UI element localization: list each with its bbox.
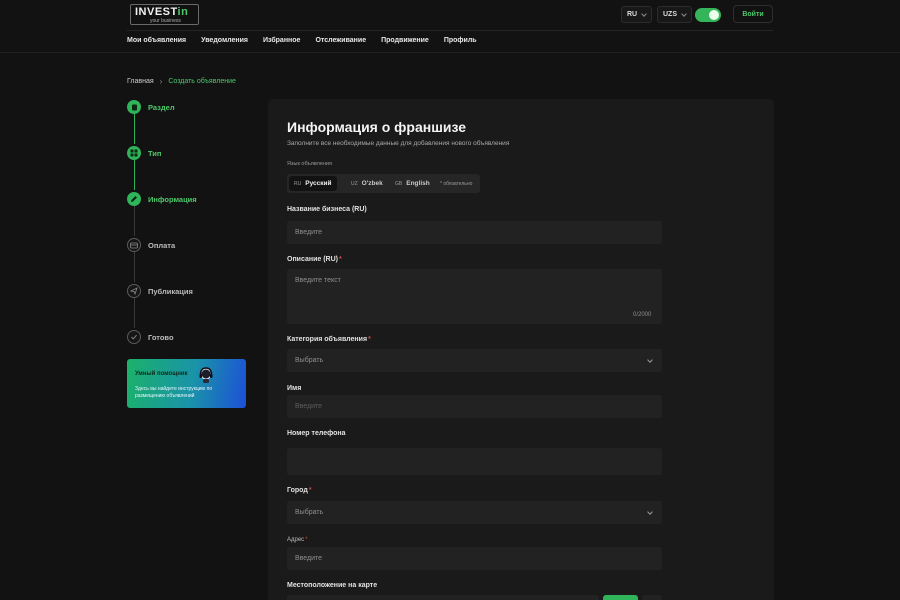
step-label: Оплата [148, 240, 176, 250]
address-label: Адрес* [287, 537, 308, 543]
breadcrumb-home[interactable]: Главная [127, 78, 154, 85]
currency-select-value: UZS [663, 11, 677, 18]
currency-select[interactable]: UZS [657, 6, 692, 23]
language-tab-label: O'zbek [361, 180, 383, 187]
nav-divider [0, 52, 900, 53]
step-payment[interactable]: Оплата [127, 237, 175, 253]
chevron-right-icon: › [159, 77, 163, 86]
category-select[interactable]: Выбрать [287, 349, 662, 372]
phone-input[interactable] [287, 448, 662, 475]
top-bar: INVESTin your business RU UZS Войти [0, 0, 900, 31]
language-label: Язык объявления [287, 161, 332, 167]
language-tab-ru[interactable]: RU Русский [289, 176, 337, 191]
language-tab-label: Русский [305, 180, 332, 187]
phone-label: Номер телефона [287, 430, 346, 437]
map-search-button[interactable] [603, 595, 638, 600]
nav-item-favorites[interactable]: Избранное [263, 37, 300, 44]
step-section[interactable]: Раздел [127, 99, 175, 115]
chevron-down-icon [647, 357, 653, 363]
assistant-description: Здесь вы найдете инструкцию по размещени… [135, 386, 213, 399]
check-icon [127, 330, 141, 344]
city-select-value: Выбрать [295, 509, 324, 516]
map-search-input[interactable] [287, 595, 599, 600]
category-label: Категория объявления* [287, 336, 371, 343]
language-select-value: RU [627, 11, 638, 18]
nav-item-notifications[interactable]: Уведомления [201, 37, 248, 44]
description-label: Описание (RU)* [287, 256, 342, 263]
smart-assistant-card[interactable]: Умный помощник Здесь вы найдете инструкц… [127, 359, 246, 408]
city-select[interactable]: Выбрать [287, 501, 662, 524]
language-tab-en[interactable]: GB English [390, 176, 435, 191]
language-code: UZ [351, 180, 358, 187]
step-publication[interactable]: Публикация [127, 283, 193, 299]
toggle-knob [709, 10, 719, 20]
grid-icon [127, 146, 141, 160]
breadcrumb: Главная › Создать объявление [127, 77, 236, 86]
business-name-label: Название бизнеса (RU) [287, 206, 367, 213]
pencil-icon [127, 192, 141, 206]
chevron-down-icon [681, 10, 687, 17]
step-connector [134, 160, 135, 190]
logo-wordmark: INVESTin [135, 6, 189, 18]
address-input[interactable]: Введите [287, 547, 662, 570]
required-note: * обязательно [440, 181, 473, 187]
step-label: Тип [148, 148, 162, 158]
document-icon [127, 100, 141, 114]
login-button[interactable]: Войти [733, 5, 773, 23]
investin-logo[interactable]: INVESTin your business [130, 4, 199, 25]
send-icon [127, 284, 141, 298]
step-information[interactable]: Информация [127, 191, 197, 207]
name-input[interactable]: Введите [287, 395, 662, 418]
category-select-value: Выбрать [295, 357, 324, 364]
step-connector [134, 114, 135, 144]
main-nav: Мои объявления Уведомления Избранное Отс… [127, 37, 492, 44]
language-code: RU [294, 180, 302, 187]
assistant-title: Умный помощник [135, 371, 188, 377]
language-tab-uz[interactable]: UZ O'zbek [346, 176, 388, 191]
step-done[interactable]: Готово [127, 329, 174, 345]
theme-toggle[interactable] [695, 8, 721, 22]
step-connector [134, 252, 135, 282]
description-textarea[interactable]: Введите текст [287, 269, 662, 324]
description-counter: 0/2000 [633, 312, 652, 318]
form-subtitle: Заполните все необходимые данные для доб… [287, 140, 510, 147]
step-label: Раздел [148, 102, 175, 112]
form-title: Информация о франшизе [287, 119, 467, 135]
language-code: GB [395, 180, 403, 187]
step-label: Публикация [148, 286, 193, 296]
nav-item-promotion[interactable]: Продвижение [381, 37, 429, 44]
header-divider [127, 30, 773, 31]
nav-item-my-ads[interactable]: Мои объявления [127, 37, 186, 44]
nav-item-tracking[interactable]: Отслеживание [315, 37, 366, 44]
language-tab-label: English [406, 180, 430, 187]
map-locate-button[interactable] [642, 595, 662, 600]
step-label: Готово [148, 332, 174, 342]
map-location-label: Местоположение на карте [287, 582, 378, 589]
nav-item-profile[interactable]: Профиль [444, 37, 477, 44]
step-type[interactable]: Тип [127, 145, 161, 161]
wallet-icon [127, 238, 141, 252]
business-name-input[interactable]: Введите [287, 221, 662, 244]
chevron-down-icon [647, 509, 653, 515]
headset-icon [198, 366, 214, 389]
logo-tagline: your business [150, 18, 181, 24]
step-connector [134, 298, 135, 328]
city-label: Город* [287, 487, 312, 494]
step-label: Информация [148, 194, 197, 204]
breadcrumb-current: Создать объявление [168, 78, 236, 85]
step-connector [134, 206, 135, 236]
chevron-down-icon [641, 10, 647, 17]
name-label: Имя [287, 385, 302, 392]
language-select[interactable]: RU [621, 6, 653, 23]
